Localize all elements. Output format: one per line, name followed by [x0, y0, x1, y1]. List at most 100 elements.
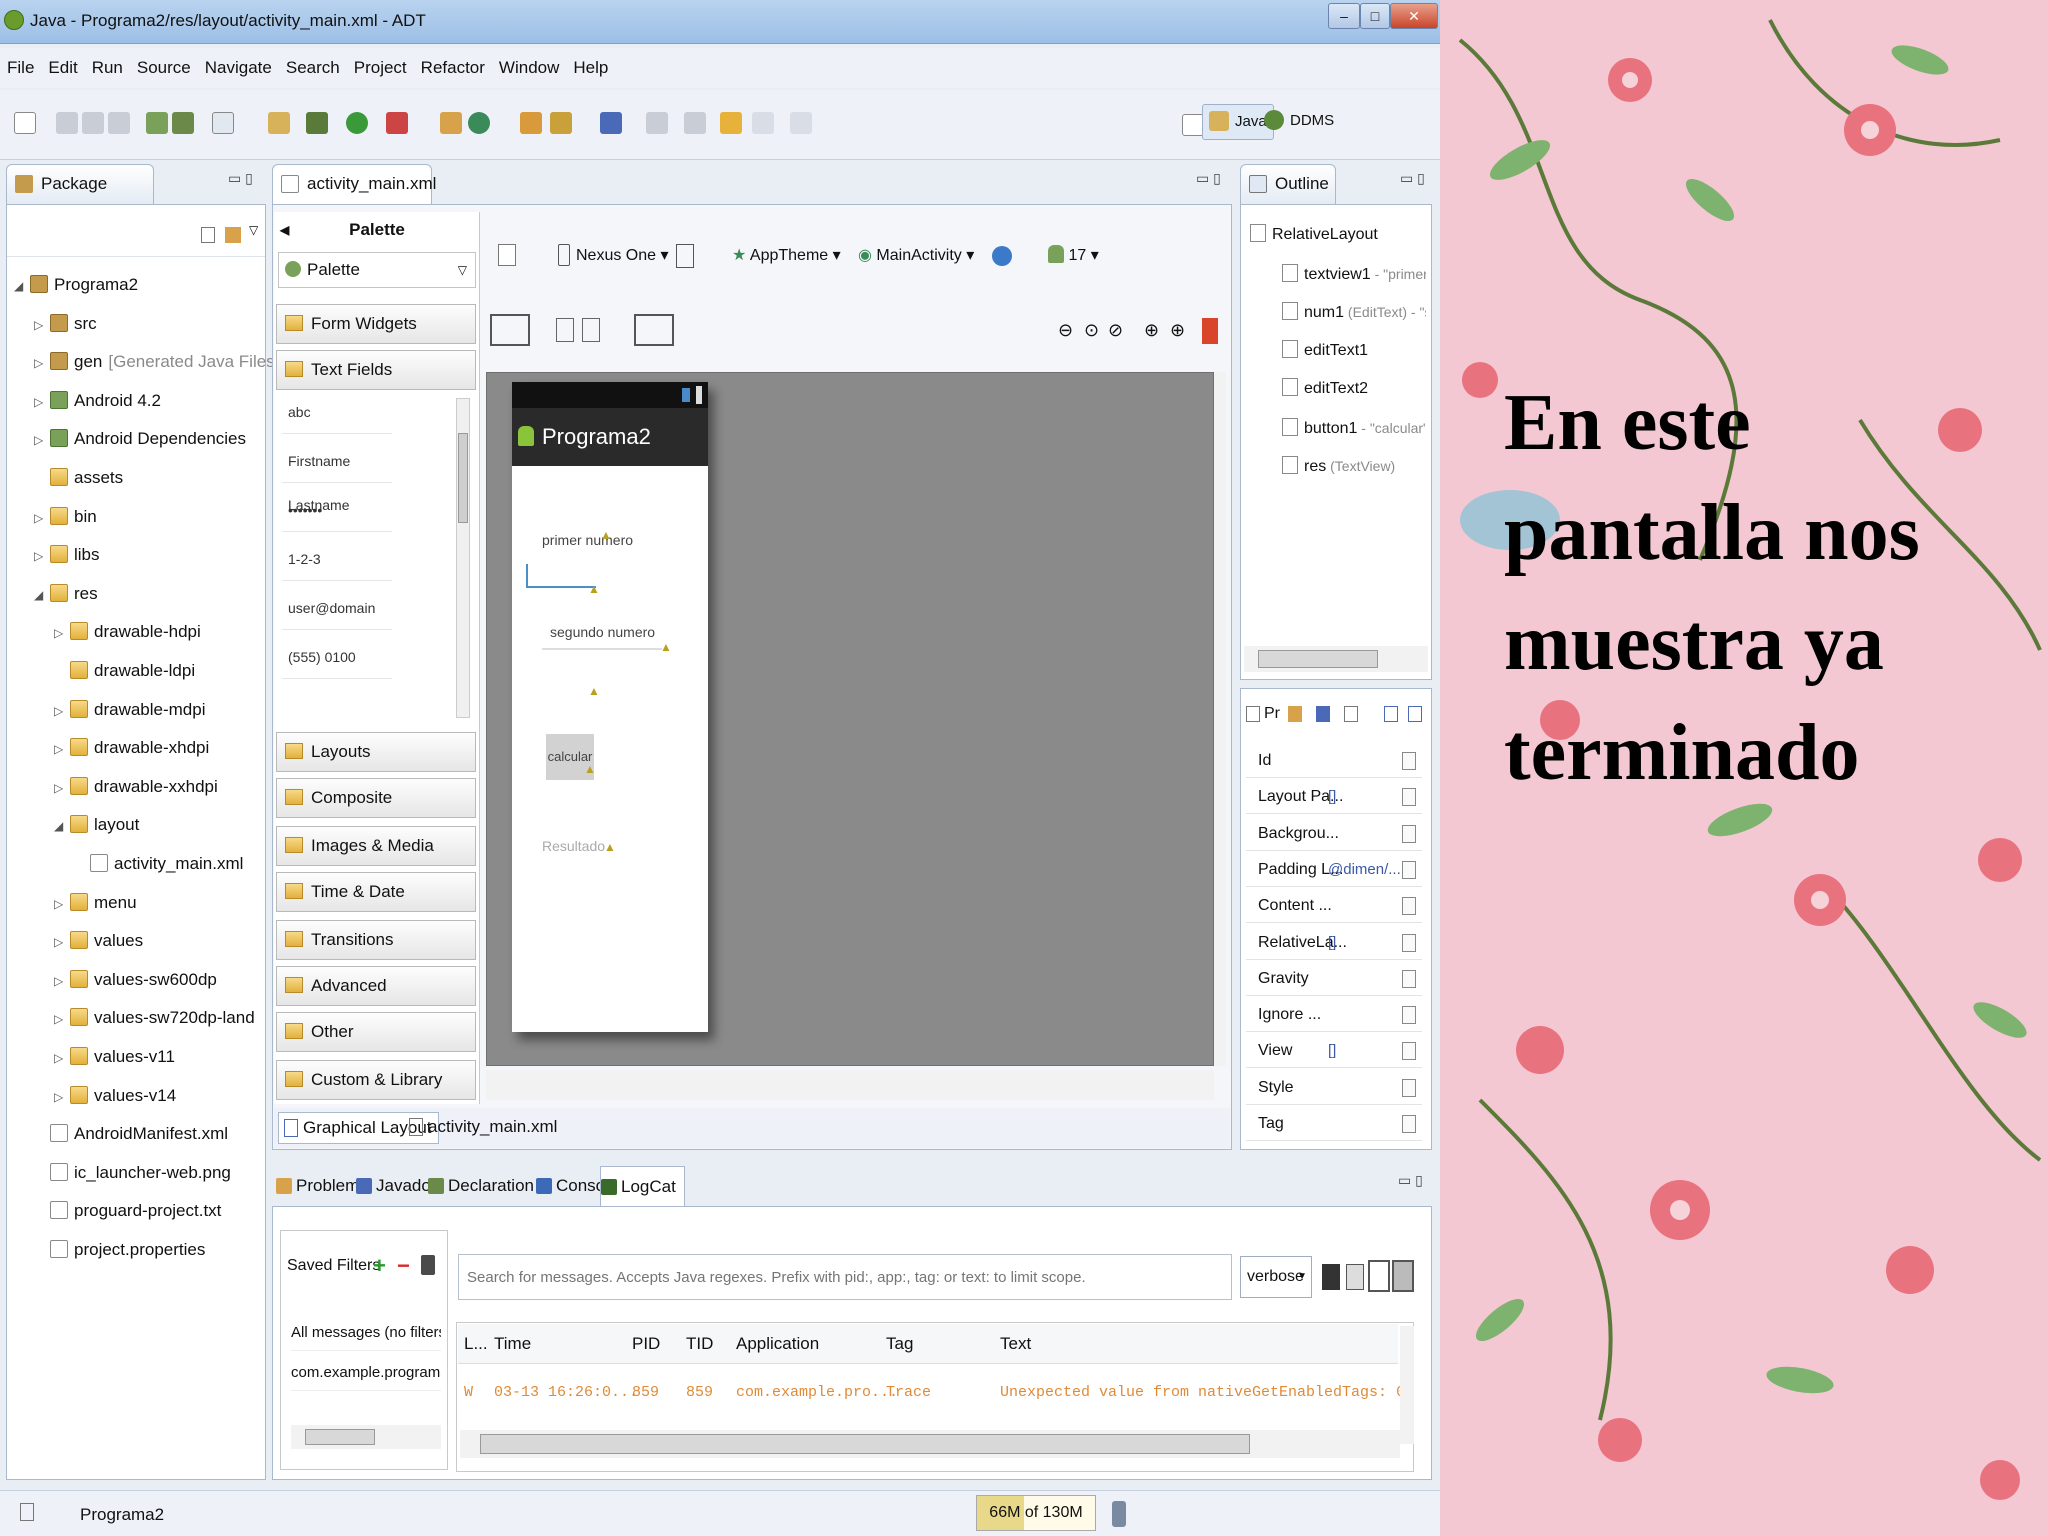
- outline-item[interactable]: editText2: [1282, 374, 1426, 404]
- property-row[interactable]: Tag: [1246, 1107, 1422, 1141]
- expand-arrow-icon[interactable]: ◢: [54, 811, 70, 841]
- editor-minmax-icon[interactable]: ▭ ▯: [1196, 170, 1221, 187]
- property-value[interactable]: @dimen/...: [1328, 853, 1401, 887]
- filter-item-all[interactable]: All messages (no filters) (4:: [291, 1315, 441, 1351]
- android-sdk-manager-icon[interactable]: [146, 112, 168, 134]
- save-icon[interactable]: [56, 112, 78, 134]
- property-edit-button[interactable]: [1402, 897, 1416, 916]
- palette-section[interactable]: Images & Media: [276, 826, 476, 866]
- categories-icon[interactable]: [1288, 706, 1302, 722]
- api-level-selector[interactable]: 17 ▾: [1044, 240, 1103, 272]
- toggle-mark-icon[interactable]: [600, 112, 622, 134]
- heap-status[interactable]: 66M of 130M: [976, 1495, 1096, 1531]
- new-java-package-icon[interactable]: [440, 112, 462, 134]
- tree-item[interactable]: ic_launcher-web.png: [34, 1158, 231, 1188]
- tree-item[interactable]: assets: [34, 463, 123, 493]
- avd-manager-icon[interactable]: [172, 112, 194, 134]
- property-row[interactable]: RelativeLa...[]: [1246, 926, 1422, 960]
- log-column-header[interactable]: Text: [1000, 1334, 1031, 1354]
- expand-arrow-icon[interactable]: ▷: [34, 387, 50, 417]
- menu-run[interactable]: Run: [85, 48, 130, 88]
- palette-section[interactable]: Text Fields: [276, 350, 476, 390]
- layout-mode-icon[interactable]: [490, 314, 530, 346]
- expand-arrow-icon[interactable]: ▷: [54, 1043, 70, 1073]
- show-advanced-icon[interactable]: [1344, 706, 1358, 722]
- result-label[interactable]: Resultado: [542, 838, 605, 854]
- external-tools-icon[interactable]: [386, 112, 408, 134]
- expand-arrow-icon[interactable]: ▷: [54, 696, 70, 726]
- outline-hscroll[interactable]: [1244, 646, 1428, 672]
- tree-item[interactable]: ▷ drawable-mdpi: [54, 695, 206, 725]
- logcat-minmax-icon[interactable]: ▭ ▯: [1398, 1172, 1423, 1189]
- clear-log-icon[interactable]: [1346, 1264, 1364, 1290]
- properties-tab-label[interactable]: Pr: [1264, 696, 1280, 732]
- collapse-all-icon[interactable]: [201, 227, 215, 243]
- log-column-header[interactable]: PID: [632, 1334, 660, 1354]
- bottom-tab[interactable]: Problems: [276, 1166, 368, 1206]
- outline-hscroll-thumb[interactable]: [1258, 650, 1378, 668]
- tree-item[interactable]: ▷ Android 4.2: [34, 386, 161, 416]
- property-edit-button[interactable]: [1402, 752, 1416, 770]
- tree-item[interactable]: drawable-ldpi: [54, 656, 195, 686]
- property-row[interactable]: Ignore ...: [1246, 998, 1422, 1033]
- bottom-tab[interactable]: LogCat: [600, 1166, 685, 1206]
- palette-widget[interactable]: (555) 0100: [282, 635, 392, 679]
- log-column-header[interactable]: Tag: [886, 1334, 913, 1354]
- bottom-tab[interactable]: Javadoc: [356, 1166, 439, 1206]
- scrollbar-thumb[interactable]: [458, 433, 468, 523]
- remove-filter-icon[interactable]: −: [397, 1253, 410, 1279]
- log-cell[interactable]: 859: [632, 1384, 659, 1401]
- scroll-to-end-icon[interactable]: [1392, 1260, 1414, 1292]
- tree-item[interactable]: activity_main.xml: [74, 849, 243, 879]
- tab-package-explorer[interactable]: Package Explorer: [6, 164, 154, 231]
- filters-hscroll[interactable]: [291, 1425, 441, 1449]
- back-arrow-icon[interactable]: [752, 112, 774, 134]
- save-log-icon[interactable]: [1322, 1264, 1340, 1290]
- expand-arrow-icon[interactable]: ▷: [54, 966, 70, 996]
- save-all-icon[interactable]: [82, 112, 104, 134]
- outline-item[interactable]: editText1: [1282, 336, 1426, 366]
- tree-item[interactable]: ▷ values-v11: [54, 1042, 175, 1072]
- expand-arrow-icon[interactable]: ▷: [34, 541, 50, 571]
- tree-item[interactable]: ▷ drawable-hdpi: [54, 617, 201, 647]
- label-primer-numero[interactable]: primer numero: [542, 532, 633, 548]
- activity-selector[interactable]: ◉ MainActivity ▾: [854, 240, 978, 272]
- open-type-icon[interactable]: [520, 112, 542, 134]
- menu-project[interactable]: Project: [347, 48, 414, 88]
- property-edit-button[interactable]: [1402, 1078, 1416, 1097]
- zoom-in-icon[interactable]: ⊕: [1144, 320, 1159, 341]
- logcat-search-input[interactable]: [458, 1254, 1232, 1300]
- new-icon[interactable]: [14, 112, 36, 134]
- palette-widget[interactable]: •••••••: [282, 488, 392, 532]
- property-row[interactable]: Id: [1246, 744, 1422, 778]
- expand-arrow-icon[interactable]: ▷: [54, 927, 70, 957]
- ddms-perspective-button[interactable]: DDMS: [1258, 104, 1340, 140]
- log-hscroll[interactable]: [460, 1430, 1400, 1458]
- palette-widget[interactable]: 1-2-3: [282, 537, 392, 581]
- property-value[interactable]: []: [1328, 780, 1336, 814]
- outline-item[interactable]: textview1 - "primer nu: [1282, 259, 1426, 289]
- view-menu-icon[interactable]: ▽: [249, 223, 258, 237]
- tree-item[interactable]: ▷ values: [54, 926, 143, 956]
- tab-xml-source[interactable]: activity_main.xml: [404, 1112, 563, 1144]
- label-segundo-numero[interactable]: segundo numero: [550, 624, 655, 640]
- palette-section[interactable]: Advanced: [276, 966, 476, 1006]
- add-filter-icon[interactable]: +: [373, 1253, 386, 1279]
- tree-item[interactable]: ◢ Programa2: [14, 270, 138, 300]
- open-perspective-icon[interactable]: [1182, 114, 1204, 136]
- log-cell[interactable]: W: [464, 1384, 473, 1401]
- search-icon[interactable]: [550, 112, 572, 134]
- palette-widget[interactable]: abc: [282, 390, 392, 434]
- property-edit-button[interactable]: [1402, 824, 1416, 843]
- property-edit-button[interactable]: [1402, 1006, 1416, 1025]
- log-vscroll[interactable]: [1400, 1326, 1414, 1444]
- previous-annotation-icon[interactable]: [684, 112, 706, 134]
- log-cell[interactable]: com.example.pro...: [736, 1384, 898, 1401]
- debug-icon[interactable]: [306, 112, 328, 134]
- forward-arrow-icon[interactable]: [790, 112, 812, 134]
- layout-height-icon[interactable]: [582, 318, 600, 342]
- tree-item[interactable]: project.properties: [34, 1235, 205, 1265]
- palette-section[interactable]: Form Widgets: [276, 304, 476, 344]
- tree-item[interactable]: ▷ values-sw600dp: [54, 965, 217, 995]
- expand-arrow-icon[interactable]: ▷: [54, 889, 70, 919]
